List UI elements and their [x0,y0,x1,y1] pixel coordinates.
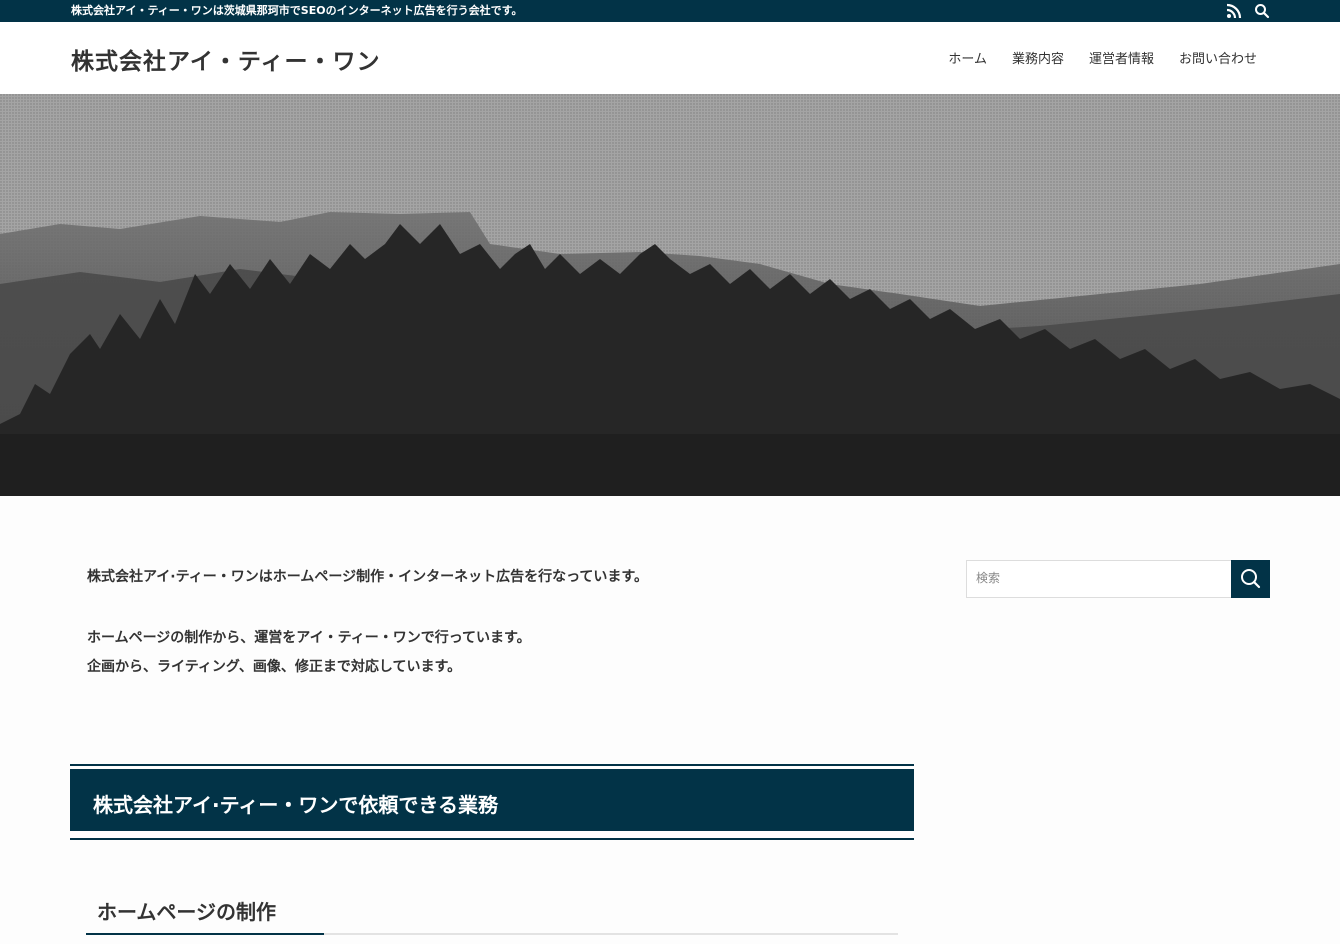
search-button[interactable] [1231,560,1270,598]
sub-title: ホームページの制作 [97,900,276,924]
search-icon [1241,569,1261,589]
divider-accent [86,933,324,935]
nav-item-home[interactable]: ホーム [948,48,987,67]
search-icon[interactable] [1254,3,1270,19]
main-nav: ホーム 業務内容 運営者情報 お問い合わせ [948,48,1257,67]
sub-heading: ホームページの制作 [86,894,898,935]
sidebar-search [966,560,1270,598]
intro-line: 企画から、ライティング、画像、修正まで対応しています。 [87,659,462,675]
intro-text: 株式会社アイ·ティー・ワンはホームページ制作・インターネット広告を行なっています… [87,563,648,682]
search-input[interactable] [967,561,1230,595]
intro-line: ホームページの制作から、運営をアイ・ティー・ワンで行っています。 [87,630,531,646]
site-header: 株式会社アイ・ティー・ワン ホーム 業務内容 運営者情報 お問い合わせ [0,22,1340,94]
intro-line: 株式会社アイ·ティー・ワンはホームページ制作・インターネット広告を行なっています… [87,569,648,585]
section-title: 株式会社アイ·ティー・ワンで依頼できる業務 [93,793,498,817]
site-tagline: 株式会社アイ・ティー・ワンは茨城県那珂市でSEOのインターネット広告を行う会社で… [71,4,523,17]
nav-item-about[interactable]: 運営者情報 [1089,48,1154,67]
top-bar-icons [1226,3,1270,19]
hero-image [0,94,1340,496]
top-bar: 株式会社アイ・ティー・ワンは茨城県那珂市でSEOのインターネット広告を行う会社で… [0,0,1340,22]
forest-silhouette-image [0,94,1340,496]
rss-icon[interactable] [1226,3,1242,19]
site-title[interactable]: 株式会社アイ・ティー・ワン [71,42,380,76]
section-heading: 株式会社アイ·ティー・ワンで依頼できる業務 [70,764,914,840]
nav-item-services[interactable]: 業務内容 [1012,48,1064,67]
nav-item-contact[interactable]: お問い合わせ [1179,48,1257,67]
